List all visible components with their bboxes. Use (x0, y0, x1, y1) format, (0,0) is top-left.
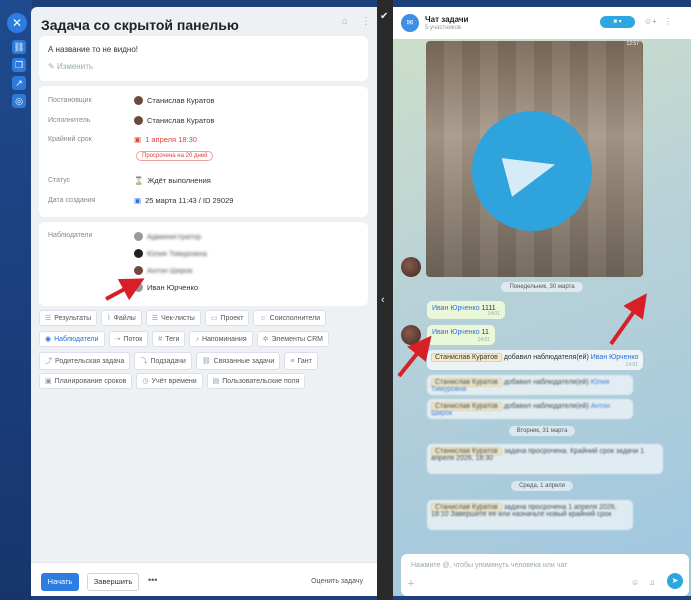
annotation-arrow (397, 335, 432, 378)
annotation-arrow (105, 278, 145, 301)
annotation-arrows (105, 278, 647, 378)
annotation-arrow (609, 293, 647, 346)
